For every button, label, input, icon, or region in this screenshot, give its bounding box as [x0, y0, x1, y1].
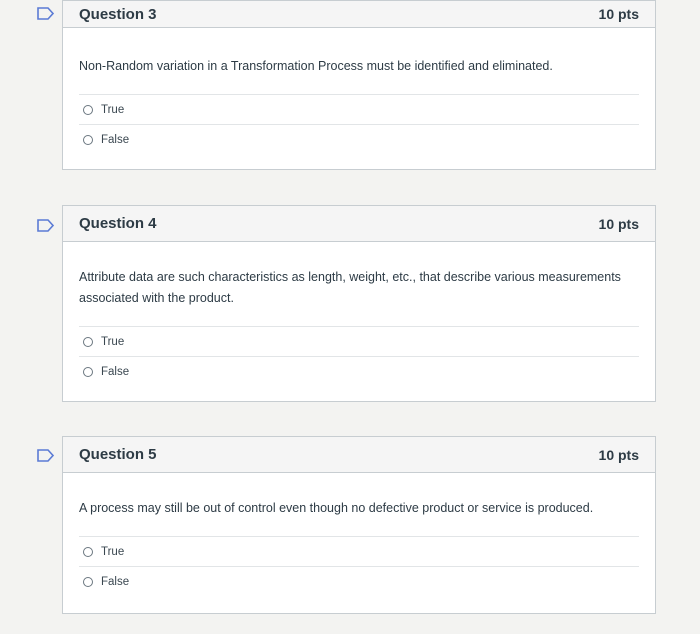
answer-label: False: [101, 133, 130, 146]
flag-question-icon[interactable]: [37, 7, 55, 20]
answer-option-false[interactable]: False: [79, 356, 639, 386]
radio-button[interactable]: [83, 546, 93, 557]
question-title: Question 5: [79, 446, 157, 463]
answer-option-true[interactable]: True: [79, 536, 639, 566]
flag-question-icon[interactable]: [37, 219, 55, 232]
answer-label: False: [101, 365, 130, 378]
radio-button[interactable]: [83, 366, 93, 377]
radio-button[interactable]: [83, 104, 93, 115]
answer-option-false[interactable]: False: [79, 124, 639, 154]
answer-label: False: [101, 575, 130, 588]
radio-button[interactable]: [83, 576, 93, 587]
answer-list: True False: [79, 536, 639, 596]
answer-label: True: [101, 103, 125, 116]
answer-list: True False: [79, 94, 639, 154]
answer-option-false[interactable]: False: [79, 566, 639, 596]
answer-option-true[interactable]: True: [79, 94, 639, 124]
question-card-3: Question 3 10 pts Non-Random variation i…: [62, 0, 656, 170]
answer-label: True: [101, 545, 125, 558]
question-title: Question 4: [79, 215, 157, 232]
question-text: A process may still be out of control ev…: [79, 501, 594, 515]
question-points: 10 pts: [598, 6, 639, 22]
question-text: Attribute data are such characteristics …: [79, 270, 621, 305]
question-header: Question 5 10 pts: [63, 437, 655, 473]
answer-option-true[interactable]: True: [79, 326, 639, 356]
question-title: Question 3: [79, 5, 157, 23]
question-card-5: Question 5 10 pts A process may still be…: [62, 436, 656, 614]
radio-button[interactable]: [83, 336, 93, 347]
question-card-4: Question 4 10 pts Attribute data are suc…: [62, 205, 656, 402]
radio-button[interactable]: [83, 134, 93, 145]
answer-label: True: [101, 335, 125, 348]
question-header: Question 4 10 pts: [63, 206, 655, 242]
question-header: Question 3 10 pts: [63, 1, 655, 28]
question-points: 10 pts: [598, 215, 639, 232]
flag-question-icon[interactable]: [37, 449, 55, 462]
question-text: Non-Random variation in a Transformation…: [79, 59, 553, 73]
answer-list: True False: [79, 326, 639, 386]
question-points: 10 pts: [598, 446, 639, 463]
